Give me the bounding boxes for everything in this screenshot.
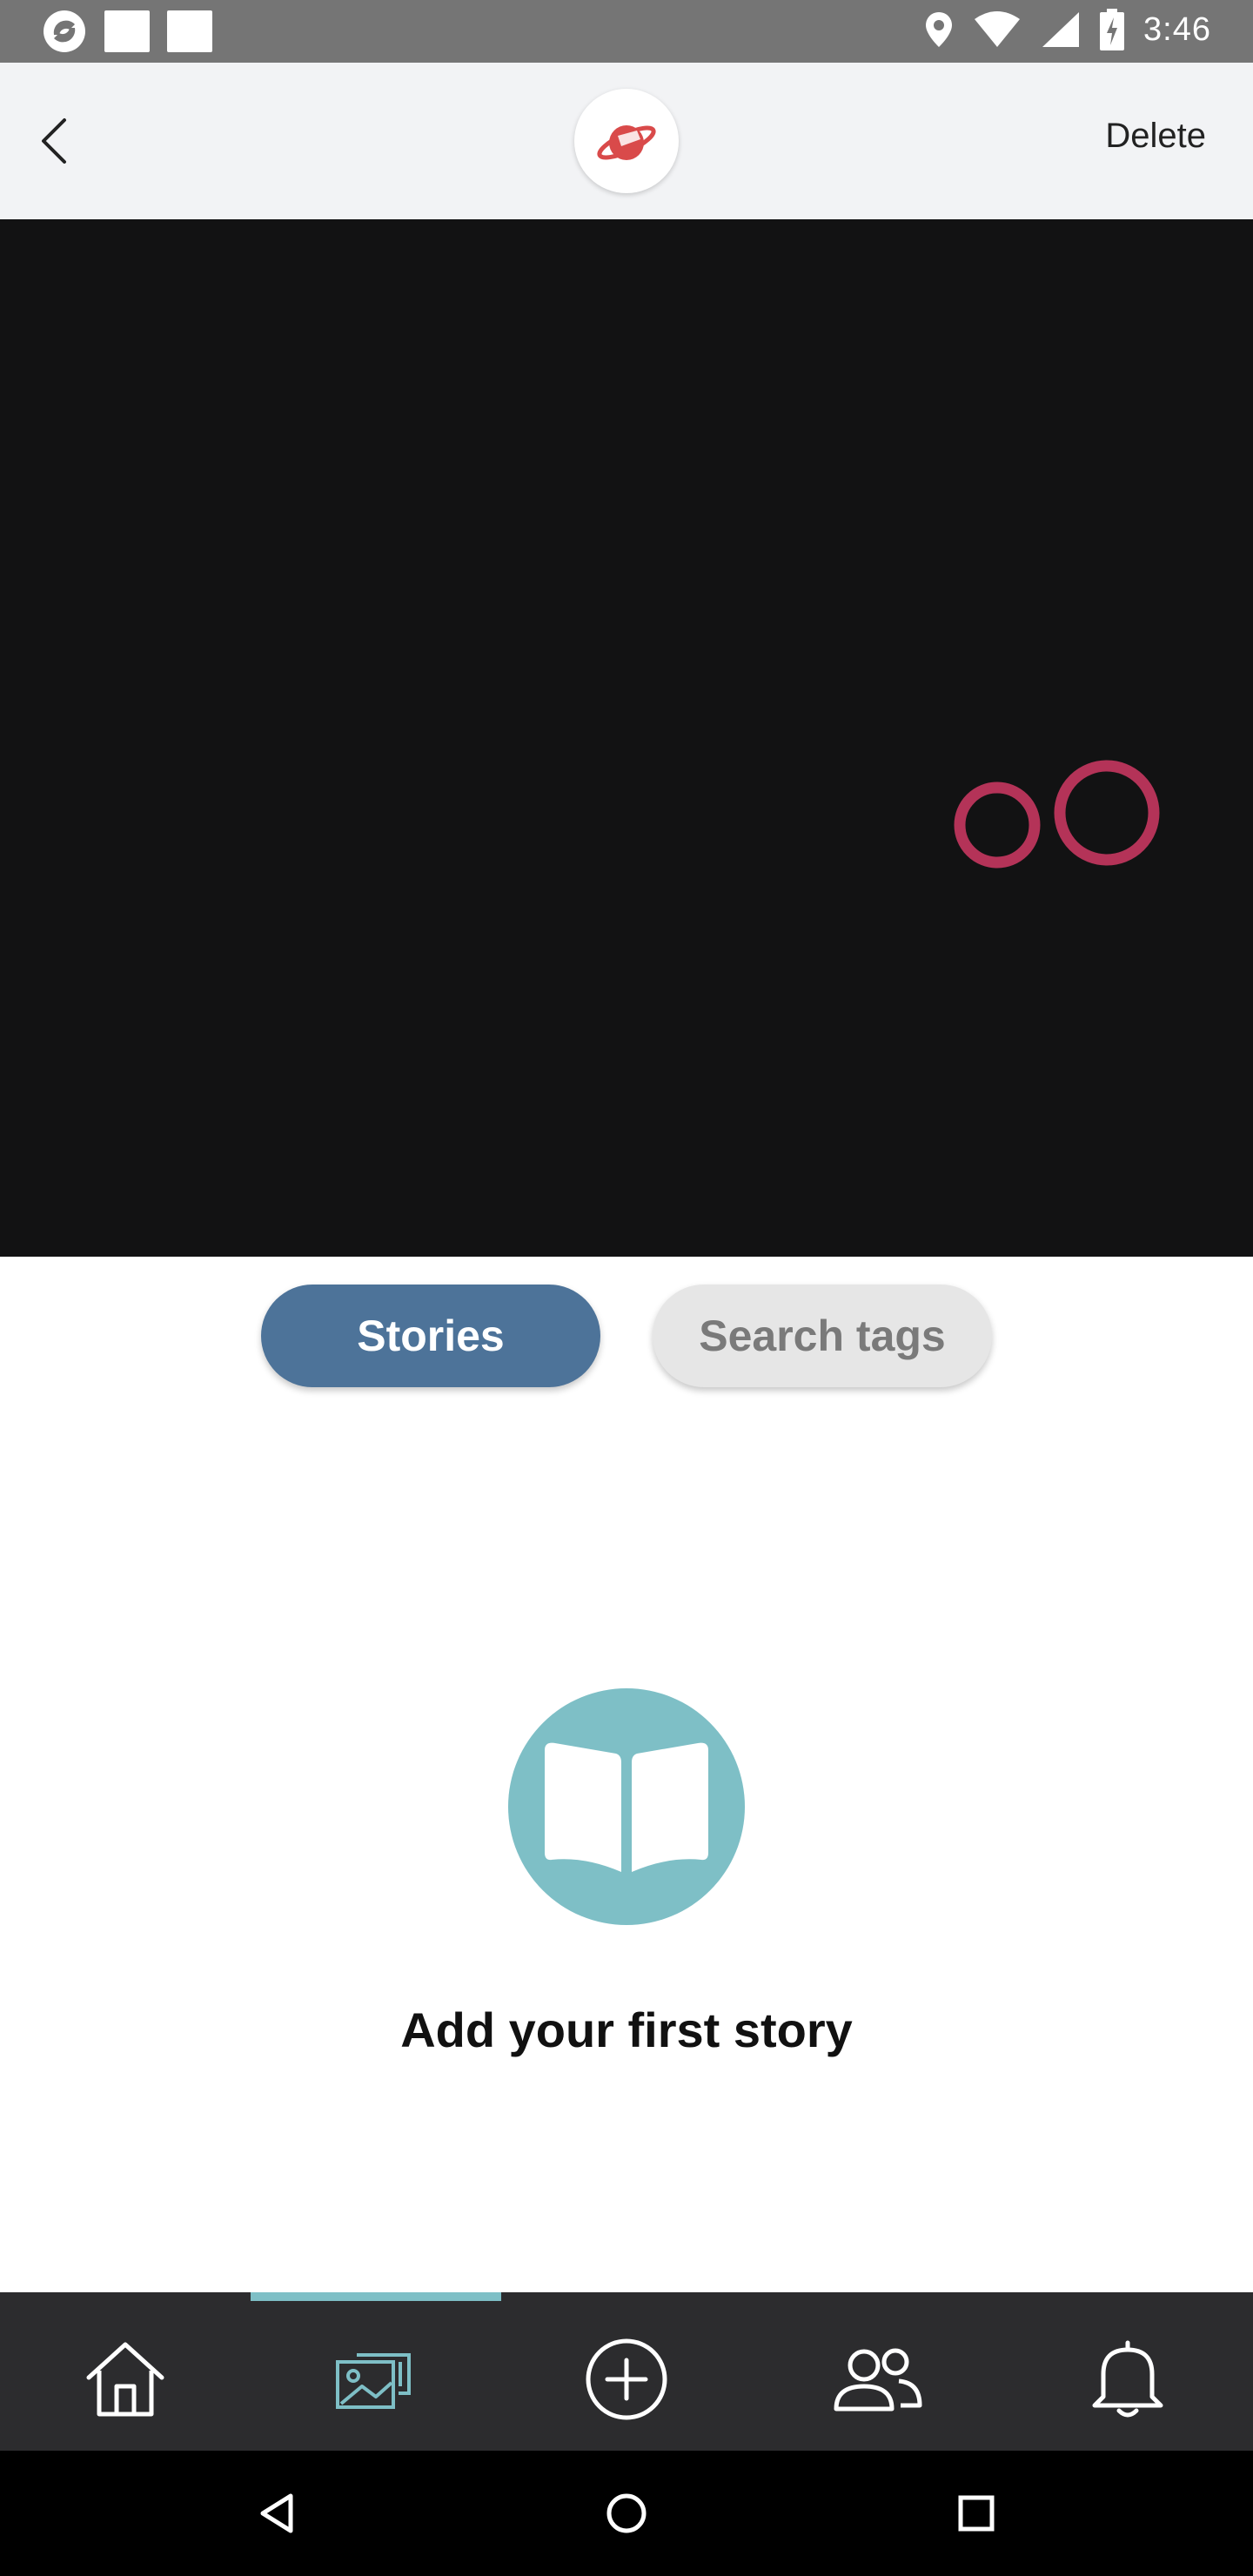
- bell-icon: [1092, 2340, 1163, 2418]
- wifi-icon: [975, 11, 1021, 47]
- bottom-navigation: [0, 2292, 1253, 2451]
- app-logo: [574, 89, 679, 193]
- circle-home-icon: [606, 2493, 647, 2533]
- add-circle-icon: [586, 2338, 667, 2420]
- add-story-button[interactable]: [508, 1688, 745, 1925]
- search-tags-tab[interactable]: Search tags: [653, 1285, 992, 1387]
- system-status-icons: 3:46: [924, 9, 1211, 50]
- system-recents-button[interactable]: [945, 2482, 1008, 2545]
- nav-notifications[interactable]: [1002, 2308, 1253, 2451]
- system-back-button[interactable]: [245, 2482, 308, 2545]
- triangle-back-icon: [260, 2493, 293, 2533]
- gallery-icon: [336, 2353, 411, 2409]
- signal-icon: [1042, 12, 1080, 47]
- red-planet-logo: [597, 125, 656, 160]
- nav-gallery[interactable]: [251, 2308, 501, 2451]
- pink-rings-image: [954, 760, 1160, 869]
- system-home-button[interactable]: [595, 2482, 658, 2545]
- stories-tab[interactable]: Stories: [261, 1285, 600, 1387]
- status-bar: 3:46: [0, 0, 1253, 63]
- status-time: 3:46: [1143, 10, 1211, 48]
- square-notification-icon: [167, 10, 212, 52]
- app-header: Delete: [0, 63, 1253, 219]
- active-tab-indicator: [251, 2292, 501, 2301]
- home-icon: [86, 2342, 164, 2417]
- app-notification-icon: [44, 10, 85, 52]
- open-book-icon: [545, 1742, 708, 1872]
- battery-charging-icon: [1100, 9, 1125, 50]
- square-notification-icon: [104, 10, 150, 52]
- nav-home[interactable]: [0, 2308, 251, 2451]
- empty-state-title: Add your first story: [400, 2002, 853, 2057]
- back-button[interactable]: [24, 106, 94, 176]
- square-recents-icon: [958, 2495, 995, 2532]
- system-navigation-bar: [0, 2451, 1253, 2576]
- nav-people[interactable]: [752, 2308, 1002, 2451]
- notification-icons: [42, 9, 212, 54]
- content-tabs: Stories Search tags: [0, 1285, 1253, 1389]
- delete-button[interactable]: Delete: [1105, 117, 1206, 156]
- nav-add[interactable]: [501, 2308, 752, 2451]
- people-icon: [834, 2348, 922, 2412]
- location-icon: [926, 12, 953, 47]
- media-viewer[interactable]: [0, 219, 1253, 1257]
- chevron-left-icon: [42, 118, 66, 164]
